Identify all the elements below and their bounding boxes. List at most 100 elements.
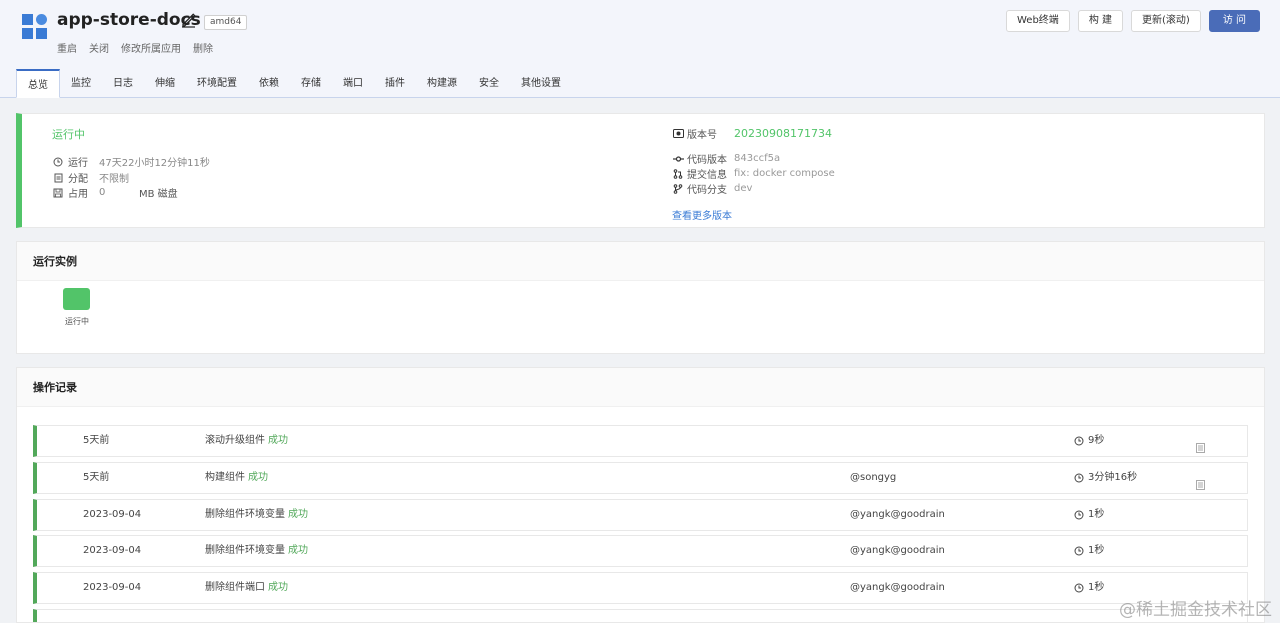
version-label: 版本号 xyxy=(687,130,717,141)
header-buttons: Web终端 构 建 更新(滚动) 访 问 xyxy=(1006,10,1260,32)
log-file-icon[interactable] xyxy=(1196,436,1206,453)
instances-title: 运行实例 xyxy=(17,242,1264,281)
branch-row: 代码分支 dev xyxy=(672,181,752,196)
close-action[interactable]: 关闭 xyxy=(89,40,109,55)
operations-title: 操作记录 xyxy=(17,368,1264,407)
commit-msg-label: 提交信息 xyxy=(687,170,727,181)
op-user: @yangk@goodrain xyxy=(850,509,945,520)
op-user: @songyg xyxy=(850,472,897,483)
tab-env-config[interactable]: 环境配置 xyxy=(186,69,248,98)
code-version-value: 843ccf5a xyxy=(734,153,781,164)
branch-label: 代码分支 xyxy=(687,185,727,196)
instance-pod[interactable] xyxy=(63,288,90,310)
allocation-icon xyxy=(52,172,64,184)
tab-logs[interactable]: 日志 xyxy=(102,69,144,98)
clock-icon xyxy=(52,156,64,168)
op-result: 成功 xyxy=(268,582,288,593)
more-versions-link[interactable]: 查看更多版本 xyxy=(672,207,732,222)
version-row: 版本号 20230908171734 xyxy=(672,126,832,141)
tab-scaling[interactable]: 伸缩 xyxy=(144,69,186,98)
op-time: 5天前 xyxy=(83,435,110,446)
code-version-row: 代码版本 843ccf5a xyxy=(672,151,780,166)
app-header: app-store-docs amd64 重启 关闭 修改所属应用 删除 Web… xyxy=(0,0,1280,98)
run-status: 运行中 xyxy=(52,128,85,141)
op-time: 2023-09-04 xyxy=(83,509,142,520)
disk-icon xyxy=(52,187,64,199)
op-duration: 1秒 xyxy=(1074,573,1104,603)
op-user: @yangk@goodrain xyxy=(850,582,945,593)
tab-storage[interactable]: 存储 xyxy=(290,69,332,98)
table-row: 2023-09-04 删除组件环境变量 成功 @yangk@goodrain 1秒 xyxy=(33,499,1248,531)
version-icon xyxy=(672,128,684,140)
rolling-update-button[interactable]: 更新(滚动) xyxy=(1131,10,1201,32)
table-row: 2023-09-04 删除组件端口 成功 @yangk@goodrain 1秒 xyxy=(33,572,1248,604)
op-desc: 删除组件环境变量 成功 xyxy=(205,509,308,520)
op-time: 5天前 xyxy=(83,472,110,483)
op-result: 成功 xyxy=(288,545,308,556)
tab-other-settings[interactable]: 其他设置 xyxy=(510,69,572,98)
op-result: 成功 xyxy=(288,509,308,520)
branch-value: dev xyxy=(734,183,753,194)
op-duration: 9秒 xyxy=(1074,426,1104,456)
op-result: 成功 xyxy=(248,472,268,483)
watermark: @稀土掘金技术社区 xyxy=(1119,600,1272,620)
app-logo-icon xyxy=(22,14,48,40)
instances-card: 运行实例 运行中 xyxy=(16,241,1265,354)
op-time: 2023-09-04 xyxy=(83,582,142,593)
tab-plugins[interactable]: 插件 xyxy=(374,69,416,98)
uptime-label: 运行 xyxy=(68,158,88,169)
status-card: 运行中 运行 47天22小时12分钟11秒 分配 不限制 占用 0 MB 磁盘 … xyxy=(16,113,1265,228)
op-desc: 滚动升级组件 成功 xyxy=(205,435,288,446)
tab-security[interactable]: 安全 xyxy=(468,69,510,98)
arch-badge: amd64 xyxy=(204,15,248,30)
alloc-label: 分配 xyxy=(68,174,88,185)
alloc-row: 分配 不限制 xyxy=(52,170,129,185)
commit-msg-row: 提交信息 fix: docker compose xyxy=(672,166,835,181)
branch-icon xyxy=(672,183,684,195)
alloc-value: 不限制 xyxy=(99,174,129,185)
op-duration: 1秒 xyxy=(1074,536,1104,566)
clock-icon xyxy=(1074,583,1085,594)
op-desc: 删除组件环境变量 成功 xyxy=(205,545,308,556)
op-duration: 3分钟16秒 xyxy=(1074,463,1137,493)
visit-button[interactable]: 访 问 xyxy=(1208,10,1260,32)
clock-icon xyxy=(1074,546,1085,557)
op-user: @yangk@goodrain xyxy=(850,545,945,556)
commit-icon xyxy=(672,153,684,165)
build-button[interactable]: 构 建 xyxy=(1077,10,1123,32)
version-number[interactable]: 20230908171734 xyxy=(734,127,832,140)
table-row-partial xyxy=(33,609,1248,622)
log-file-icon[interactable] xyxy=(1196,473,1206,490)
table-row: 5天前 滚动升级组件 成功 9秒 xyxy=(33,425,1248,457)
clock-icon xyxy=(1074,510,1085,521)
restart-action[interactable]: 重启 xyxy=(57,40,77,55)
op-desc: 构建组件 成功 xyxy=(205,472,268,483)
tab-build-source[interactable]: 构建源 xyxy=(416,69,468,98)
tab-overview[interactable]: 总览 xyxy=(16,69,60,98)
web-terminal-button[interactable]: Web终端 xyxy=(1006,10,1070,32)
tab-bar: 总览 监控 日志 伸缩 环境配置 依赖 存储 端口 插件 构建源 安全 其他设置 xyxy=(16,69,572,98)
edit-name-icon[interactable] xyxy=(180,12,196,28)
op-time: 2023-09-04 xyxy=(83,545,142,556)
tab-dependencies[interactable]: 依赖 xyxy=(248,69,290,98)
change-app-action[interactable]: 修改所属应用 xyxy=(121,40,181,55)
tab-ports[interactable]: 端口 xyxy=(332,69,374,98)
delete-action[interactable]: 删除 xyxy=(193,40,213,55)
uptime-row: 运行 47天22小时12分钟11秒 xyxy=(52,154,210,169)
disk-label: 占用 xyxy=(68,189,88,200)
table-row: 5天前 构建组件 成功 @songyg 3分钟16秒 xyxy=(33,462,1248,494)
clock-icon xyxy=(1074,436,1085,447)
op-result: 成功 xyxy=(268,435,288,446)
instance-pod-status: 运行中 xyxy=(65,317,89,326)
code-version-label: 代码版本 xyxy=(687,155,727,166)
tab-monitor[interactable]: 监控 xyxy=(60,69,102,98)
disk-value: 0 xyxy=(99,187,106,198)
op-duration: 1秒 xyxy=(1074,500,1104,530)
component-actions: 重启 关闭 修改所属应用 删除 xyxy=(57,40,213,55)
uptime-value: 47天22小时12分钟11秒 xyxy=(99,158,210,169)
disk-row: 占用 0 MB 磁盘 xyxy=(52,185,178,200)
table-row: 2023-09-04 删除组件环境变量 成功 @yangk@goodrain 1秒 xyxy=(33,535,1248,567)
operations-card: 操作记录 5天前 滚动升级组件 成功 9秒 5天前 构建组件 成功 @songyg … xyxy=(16,367,1265,623)
commit-msg-value: fix: docker compose xyxy=(734,168,835,179)
op-desc: 删除组件端口 成功 xyxy=(205,582,288,593)
